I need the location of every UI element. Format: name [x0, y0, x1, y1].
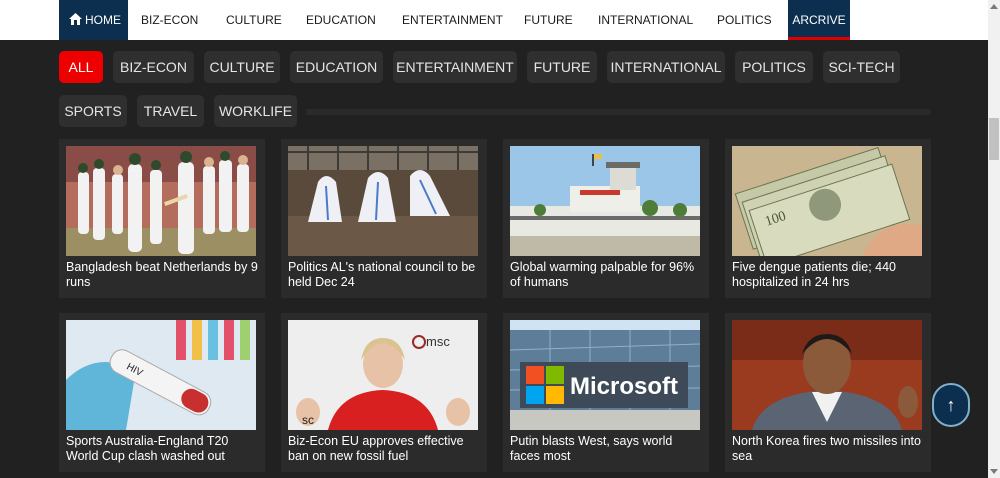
article-card[interactable]: North Korea fires two missiles into sea	[725, 313, 931, 472]
article-title[interactable]: Sports Australia-England T20 World Cup c…	[66, 434, 258, 464]
nav-education[interactable]: EDUCATION	[306, 0, 376, 40]
nav-home[interactable]: HOME	[59, 0, 128, 40]
filter-education[interactable]: EDUCATION	[290, 51, 383, 83]
hiv-test-tube-image: HIV	[66, 320, 256, 430]
filter-sports[interactable]: SPORTS	[59, 95, 127, 127]
article-card[interactable]: Microsoft Putin blasts West, says world …	[503, 313, 709, 472]
back-to-top-button[interactable]: ↑	[932, 383, 970, 427]
filter-all[interactable]: ALL	[59, 51, 103, 83]
scroll-down-arrow-icon[interactable]	[990, 469, 998, 474]
svg-text:sc: sc	[302, 413, 314, 427]
svg-text:Microsoft: Microsoft	[570, 373, 678, 400]
arrow-up-icon: ↑	[946, 395, 956, 415]
article-thumbnail[interactable]	[510, 146, 700, 256]
filter-biz-econ[interactable]: BIZ-ECON	[113, 51, 194, 83]
filter-worklife[interactable]: WORKLIFE	[214, 95, 297, 127]
svg-text:msc: msc	[426, 334, 450, 349]
article-thumbnail[interactable]: 100	[732, 146, 922, 256]
article-title[interactable]: Biz-Econ EU approves effective ban on ne…	[288, 434, 480, 464]
article-title[interactable]: Politics AL's national council to be hel…	[288, 260, 480, 290]
filter-culture[interactable]: CULTURE	[204, 51, 280, 83]
article-title[interactable]: Bangladesh beat Netherlands by 9 runs	[66, 260, 258, 290]
top-navigation: HOME BIZ-ECON CULTURE EDUCATION ENTERTAI…	[0, 0, 988, 40]
nav-politics[interactable]: POLITICS	[717, 0, 772, 40]
filter-future[interactable]: FUTURE	[527, 51, 597, 83]
article-thumbnail[interactable]	[732, 320, 922, 430]
nav-entertainment[interactable]: ENTERTAINMENT	[402, 0, 503, 40]
article-title[interactable]: North Korea fires two missiles into sea	[732, 434, 924, 464]
home-icon	[69, 13, 82, 25]
official-portrait-image	[732, 320, 922, 430]
article-card[interactable]: Bangladesh beat Netherlands by 9 runs	[59, 139, 265, 298]
filter-entertainment[interactable]: ENTERTAINMENT	[393, 51, 517, 83]
article-card[interactable]: Global warming palpable for 96% of human…	[503, 139, 709, 298]
nav-future[interactable]: FUTURE	[524, 0, 573, 40]
article-thumbnail[interactable]: HIV	[66, 320, 256, 430]
nav-culture[interactable]: CULTURE	[226, 0, 282, 40]
article-card[interactable]: Politics AL's national council to be hel…	[281, 139, 487, 298]
airport-building-image	[510, 146, 700, 256]
scroll-up-arrow-icon[interactable]	[990, 4, 998, 9]
cricket-players-image	[66, 146, 256, 256]
nav-international[interactable]: INTERNATIONAL	[598, 0, 693, 40]
filter-divider	[306, 109, 930, 115]
ppe-workers-grave-image	[288, 146, 478, 256]
article-card[interactable]: HIV Sports Australia-England T20 World C…	[59, 313, 265, 472]
filter-travel[interactable]: TRAVEL	[137, 95, 204, 127]
article-thumbnail[interactable]	[66, 146, 256, 256]
article-thumbnail[interactable]: Microsoft	[510, 320, 700, 430]
nav-home-label: HOME	[85, 13, 121, 27]
microsoft-building-image: Microsoft	[510, 320, 700, 430]
speaker-at-conference-image: msc sc	[288, 320, 478, 430]
article-title[interactable]: Global warming palpable for 96% of human…	[510, 260, 702, 290]
scrollbar-thumb[interactable]	[989, 118, 999, 160]
filter-sci-tech[interactable]: SCI-TECH	[823, 51, 900, 83]
dollar-bills-image: 100	[732, 146, 922, 256]
filter-international[interactable]: INTERNATIONAL	[607, 51, 725, 83]
article-card[interactable]: msc sc Biz-Econ EU approves effective ba…	[281, 313, 487, 472]
nav-archive[interactable]: ARCRIVE	[788, 0, 850, 40]
vertical-scrollbar[interactable]	[988, 0, 1000, 478]
article-thumbnail[interactable]: msc sc	[288, 320, 478, 430]
article-thumbnail[interactable]	[288, 146, 478, 256]
article-title[interactable]: Five dengue patients die; 440 hospitaliz…	[732, 260, 924, 290]
article-title[interactable]: Putin blasts West, says world faces most	[510, 434, 702, 464]
nav-biz-econ[interactable]: BIZ-ECON	[141, 0, 198, 40]
filter-politics[interactable]: POLITICS	[735, 51, 813, 83]
article-card[interactable]: 100 Five dengue patients die; 440 hospit…	[725, 139, 931, 298]
